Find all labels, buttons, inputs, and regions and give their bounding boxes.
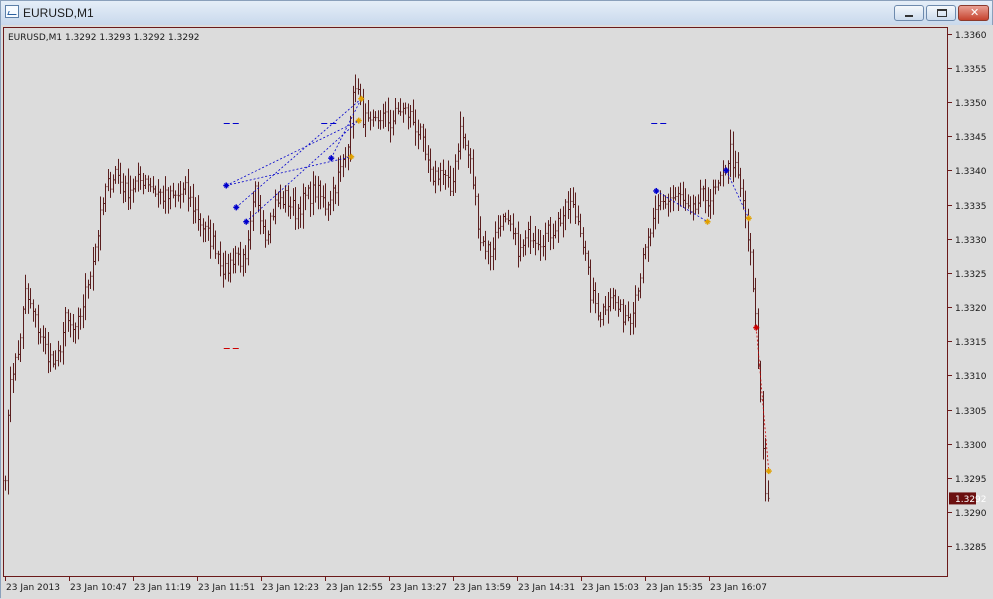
price-tick-label: 1.3355 <box>955 65 987 75</box>
title-bar[interactable]: EURUSD,M1 ✕ <box>1 1 992 25</box>
price-tick-label: 1.3315 <box>955 338 987 348</box>
time-tick-label: 23 Jan 14:31 <box>518 583 575 593</box>
price-tick-label: 1.3285 <box>955 543 987 553</box>
time-tick-label: 23 Jan 11:19 <box>134 583 191 593</box>
chart-window: EURUSD,M1 ✕ 1.3360 1.3355 1.3350 1.3345 1.33… <box>0 0 993 599</box>
time-tick-label: 23 Jan 15:03 <box>582 583 639 593</box>
price-tick-label: 1.3350 <box>955 99 987 109</box>
time-axis: 23 Jan 2013 23 Jan 10:47 23 Jan 11:19 23 Ja… <box>5 577 767 593</box>
close-icon: ✕ <box>970 6 980 19</box>
close-button[interactable]: ✕ <box>958 5 989 21</box>
price-tick-label: 1.3295 <box>955 475 987 485</box>
maximize-icon <box>937 9 947 17</box>
time-tick-label: 23 Jan 16:07 <box>710 583 767 593</box>
time-tick-label: 23 Jan 2013 <box>6 583 60 593</box>
price-tick-label: 1.3340 <box>955 167 987 177</box>
time-tick-label: 23 Jan 13:27 <box>390 583 447 593</box>
chart-area[interactable]: 1.3360 1.3355 1.3350 1.3345 1.3340 1.3335 1.33… <box>1 25 993 599</box>
price-tick-label: 1.3300 <box>955 441 987 451</box>
chart-header: EURUSD,M1 1.3292 1.3293 1.3292 1.3292 <box>8 33 200 43</box>
price-tick-label: 1.3345 <box>955 133 987 143</box>
minimize-icon <box>904 9 915 17</box>
time-tick-label: 23 Jan 13:59 <box>454 583 511 593</box>
time-tick-label: 23 Jan 12:55 <box>326 583 383 593</box>
price-tick-label: 1.3320 <box>955 304 987 314</box>
time-tick-label: 23 Jan 10:47 <box>70 583 127 593</box>
price-tick-label: 1.3305 <box>955 407 987 417</box>
chart-app-icon <box>5 5 19 18</box>
window-title: EURUSD,M1 <box>23 6 94 20</box>
price-tick-label: 1.3360 <box>955 31 987 41</box>
minimize-button[interactable] <box>894 5 924 21</box>
time-tick-label: 23 Jan 15:35 <box>646 583 703 593</box>
price-chart[interactable]: 1.3360 1.3355 1.3350 1.3345 1.3340 1.3335 1.33… <box>1 25 993 599</box>
price-tick-label: 1.3325 <box>955 270 987 280</box>
price-axis: 1.3360 1.3355 1.3350 1.3345 1.3340 1.3335 1.33… <box>948 31 987 553</box>
current-price-label: 1.3292 <box>955 495 987 505</box>
maximize-button[interactable] <box>926 5 956 21</box>
price-tick-label: 1.3335 <box>955 202 987 212</box>
price-tick-label: 1.3290 <box>955 509 987 519</box>
time-tick-label: 23 Jan 12:23 <box>262 583 319 593</box>
plot-background <box>3 27 948 577</box>
price-tick-label: 1.3330 <box>955 236 987 246</box>
time-tick-label: 23 Jan 11:51 <box>198 583 255 593</box>
current-price-tag: 1.3292 <box>949 492 987 505</box>
price-tick-label: 1.3310 <box>955 372 987 382</box>
